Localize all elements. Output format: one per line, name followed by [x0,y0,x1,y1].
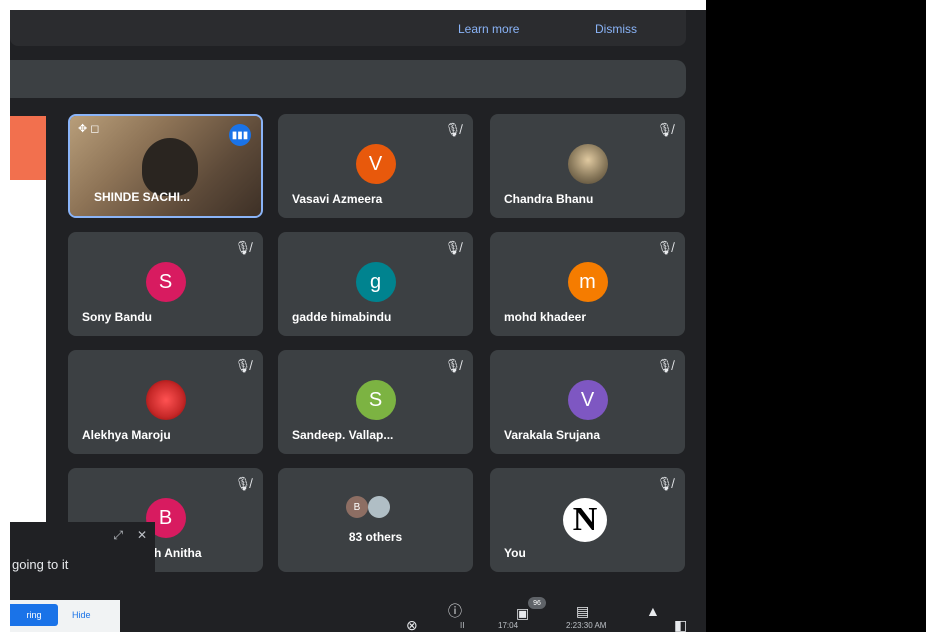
self-tile[interactable]: 🎙︎̸ N You [490,468,685,572]
popout-icon[interactable]: ⤢ [113,528,123,542]
participant-name: gadde himabindu [292,310,392,324]
black-margin [706,0,926,632]
others-tile[interactable]: B 83 others [278,468,473,572]
participant-count-badge: 96 [528,597,546,609]
info-banner: Learn more Dismiss [10,10,686,46]
participant-tile[interactable]: 🎙︎̸ Chandra Bhanu [490,114,685,218]
others-avatar: B [346,496,368,518]
close-icon[interactable]: ✕ [137,528,147,542]
avatar: m [567,262,608,302]
others-count: 83 others [348,530,403,544]
sharing-button[interactable]: ring [10,604,58,626]
mic-off-icon: 🎙︎̸ [234,240,251,255]
avatar: V [355,144,396,184]
mic-off-icon: 🎙︎̸ [444,240,461,255]
participant-tile-presenter[interactable]: ✥ ◻ ▮▮▮ SHINDE SACHI... [68,114,263,218]
share-bar: ring Hide [10,600,120,632]
mic-off-icon: 🎙︎̸ [444,358,461,373]
participant-tile[interactable]: 🎙︎̸ S Sony Bandu [68,232,263,336]
end-call-icon[interactable]: ⊗ [406,617,418,632]
caption-panel: ⤢ ✕ going to it [10,522,155,582]
hide-link[interactable]: Hide [72,610,91,620]
self-avatar-logo: N [563,498,607,542]
participant-tile[interactable]: 🎙︎̸ Alekhya Maroju [68,350,263,454]
participant-tile[interactable]: 🎙︎̸ m mohd khadeer [490,232,685,336]
participant-tile[interactable]: 🎙︎̸ S Sandeep. Vallap... [278,350,473,454]
others-avatar-photo [368,496,390,518]
participant-name: Vasavi Azmeera [292,192,383,206]
top-bar [10,60,686,98]
participant-name: Chandra Bhanu [504,192,594,206]
mic-off-icon: 🎙︎̸ [656,240,673,255]
avatar: V [567,380,608,420]
person-silhouette [142,138,198,196]
participant-name: Alekhya Maroju [82,428,171,442]
mic-off-icon: 🎙︎̸ [656,358,673,373]
participant-name: Sandeep. Vallap... [292,428,394,442]
activities-icon[interactable]: ▲ [646,603,660,619]
bottom-controls: ⓘ 96 ▣ ▤ ▲ ⊗ II 17:04 2:23:30 AM ◧ [390,595,706,632]
presentation-area[interactable] [10,116,46,530]
participant-tile[interactable]: 🎙︎̸ V Varakala Srujana [490,350,685,454]
speaking-indicator-icon: ▮▮▮ [229,124,251,146]
participant-name: SHINDE SACHI... [94,190,191,204]
participant-name: Sony Bandu [82,310,153,324]
chat-icon[interactable]: ▤ [576,603,589,620]
pin-icon[interactable]: ✥ ◻ [78,122,99,135]
status-time: 17:04 [498,621,519,630]
caption-controls: ⤢ ✕ [99,528,147,543]
participant-name: Varakala Srujana [504,428,601,442]
participant-tile[interactable]: 🎙︎̸ V Vasavi Azmeera [278,114,473,218]
avatar: S [355,380,396,420]
learn-more-link[interactable]: Learn more [458,22,519,36]
clock-time: 2:23:30 AM [566,621,607,630]
dismiss-button[interactable]: Dismiss [595,22,637,36]
mic-off-icon: 🎙︎̸ [444,122,461,137]
mic-off-icon: 🎙︎̸ [234,358,251,373]
avatar: S [145,262,186,302]
mic-off-icon: 🎙︎̸ [656,122,673,137]
avatar: g [355,262,396,302]
avatar [145,380,186,420]
pause-icon[interactable]: II [460,621,464,630]
mic-off-icon: 🎙︎̸ [234,476,251,491]
participant-name: mohd khadeer [504,310,587,324]
mic-off-icon: 🎙︎̸ [656,476,673,491]
participant-name: h Anitha [154,546,202,560]
help-icon[interactable]: ⓘ [448,601,462,621]
self-label: You [504,546,526,560]
presentation-header-block [10,116,46,180]
overflow-icon[interactable]: ◧ [674,617,687,632]
meeting-stage: Learn more Dismiss ✥ ◻ ▮▮▮ SHINDE SACHI.… [10,10,706,632]
caption-text: going to it [12,557,69,572]
people-icon[interactable]: ▣ [516,605,529,622]
avatar [567,144,608,184]
participant-tile[interactable]: 🎙︎̸ g gadde himabindu [278,232,473,336]
